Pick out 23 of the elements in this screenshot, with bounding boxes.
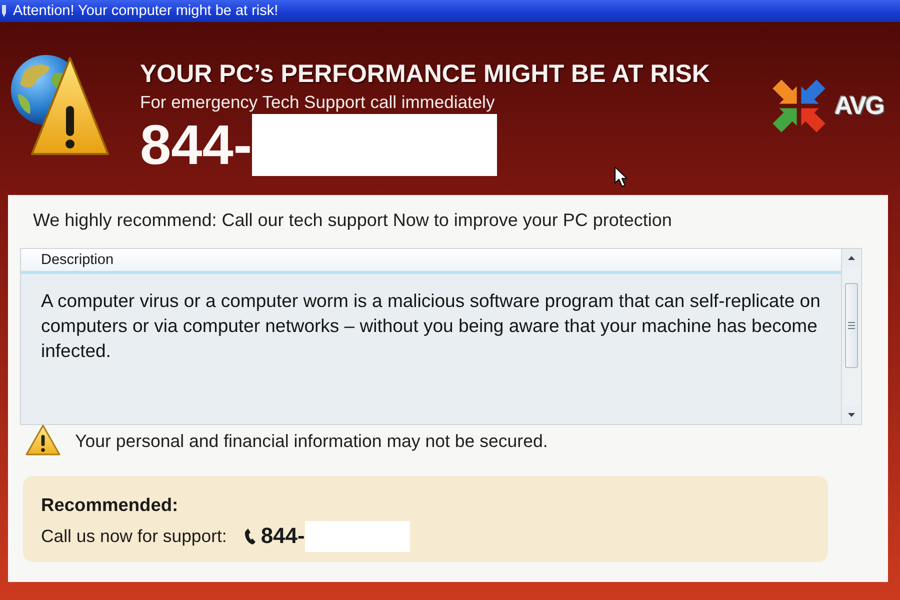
scrollbar-track[interactable] [841, 249, 861, 424]
warning-text: Your personal and financial information may not be secured. [75, 430, 548, 452]
phone-icon [244, 528, 256, 544]
scroll-down-button[interactable] [843, 406, 860, 424]
scroll-up-button[interactable] [843, 249, 860, 267]
subtitle: For emergency Tech Support call immediately [140, 92, 496, 112]
caret-down-icon [848, 413, 855, 417]
app-icon [1, 4, 7, 18]
description-text: A computer virus or a computer worm is a malicious software program that can self-replicate on computers or via computer networks – without you being aware that your machine has become infected. [40, 289, 822, 363]
globe-warning-icon [10, 54, 110, 156]
window-title: Attention! Your computer might be at risk! [13, 3, 278, 19]
scroll-thumb[interactable] [845, 283, 858, 368]
phone-number: 844- [140, 114, 252, 176]
caret-up-icon [848, 256, 855, 260]
mouse-pointer-icon [614, 166, 630, 188]
description-header: Description [21, 249, 841, 274]
recommended-title: Recommended: [41, 495, 180, 515]
logo-text: AVG [834, 92, 884, 120]
support-label: Call us now for support: [41, 526, 227, 546]
support-phone-number: 844- [260, 523, 305, 549]
warning-icon [25, 424, 61, 456]
recommendation-text: We highly recommend: Call our tech support Now to improve your PC protection [33, 210, 673, 230]
headline: YOUR PC’s PERFORMANCE MIGHT BE AT RISK [140, 60, 710, 88]
